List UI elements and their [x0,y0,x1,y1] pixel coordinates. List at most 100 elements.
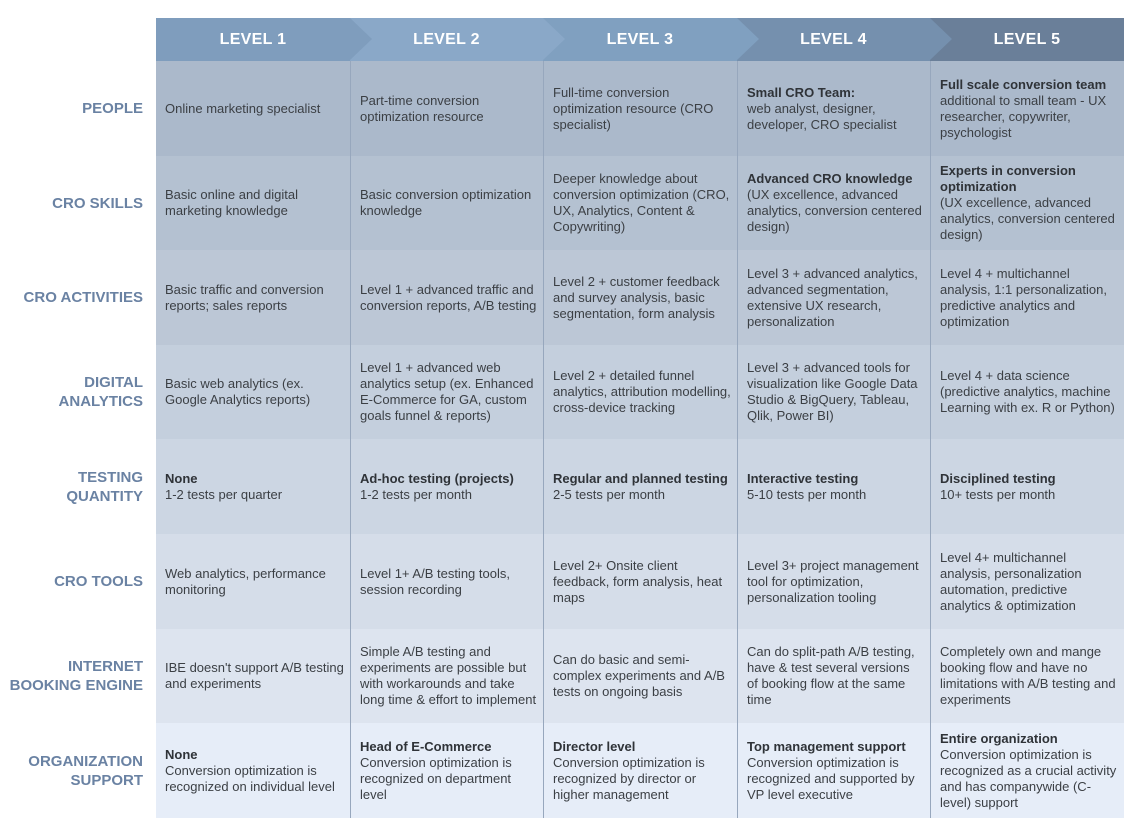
table-cell: Full scale conversion team additional to … [930,61,1124,156]
cell-text: Completely own and mange booking flow an… [940,644,1116,708]
cell-heading: Disciplined testing [940,470,1056,486]
row-label-line: DIGITAL [84,374,143,392]
table-cell: Level 2+ Onsite client feedback, form an… [543,534,737,629]
table-cell: Level 4+ multichannel analysis, personal… [930,534,1124,629]
table-cell: Top management support Conversion optimiz… [737,723,930,819]
cell-text: Level 2+ Onsite client feedback, form an… [553,557,723,605]
row-label-line: QUANTITY [66,487,143,505]
table-cell: Online marketing specialist [156,61,350,156]
cell-text: Simple A/B testing and experiments are p… [360,644,537,708]
row-label: DIGITAL ANALYTICS [0,345,143,440]
cell-heading: Full scale conversion team [940,76,1107,92]
level-header-4: LEVEL 4 [737,18,930,61]
table-cell: Basic traffic and conversion reports; sa… [156,250,350,345]
table-cell: Part-time conversion optimization resour… [350,61,543,156]
table-cell: Level 1 + advanced traffic and conversio… [350,250,543,346]
cell-text: Web analytics, performance monitoring [165,565,326,597]
row-label-line: INTERNET [68,658,143,676]
row-label: CRO SKILLS [0,156,143,251]
cell-text: 1-2 tests per quarter [165,486,283,502]
table-cell: Completely own and mange booking flow an… [930,628,1124,724]
cell-text: Level 2 + customer feedback and survey a… [553,273,720,321]
table-cell: Simple A/B testing and experiments are p… [350,628,543,724]
level-header-label: LEVEL 4 [800,30,867,48]
cell-text: (UX excellence, advanced analytics, conv… [747,187,922,235]
cell-text: Can do basic and semi-complex experiment… [553,652,725,700]
level-header-5: LEVEL 5 [930,18,1124,61]
table-cell: Basic web analytics (ex. Google Analytic… [156,345,350,440]
table-cell: Advanced CRO knowledge (UX excellence, ad… [737,155,930,251]
cell-text: 1-2 tests per month [360,486,472,502]
level-header-label: LEVEL 2 [413,30,480,48]
table-cell: Level 4 + multichannel analysis, 1:1 per… [930,250,1124,346]
cell-text: 10+ tests per month [940,486,1056,502]
cell-text: 2-5 tests per month [553,486,665,502]
cell-text: Conversion optimization is recognized on… [360,754,512,802]
level-header-3: LEVEL 3 [543,18,737,61]
cell-heading: Top management support [747,738,906,754]
cell-text: Basic traffic and conversion reports; sa… [165,281,324,313]
table-cell: Level 2 + detailed funnel analytics, att… [543,344,737,440]
table-cell: Experts in conversion optimization (UX ex… [930,155,1124,251]
row-label-line: TESTING [77,468,143,486]
level-header-2: LEVEL 2 [350,18,543,61]
table-row: None 1-2 tests per quarter Ad-hoc testing … [156,439,1124,535]
cell-heading: None [165,470,198,486]
row-label: INTERNET BOOKING ENGINE [0,629,143,724]
table-cell: None 1-2 tests per quarter [156,439,350,534]
cell-heading: Small CRO Team: [747,84,856,100]
table-cell: Director level Conversion optimization is… [543,723,737,819]
level-header-1: LEVEL 1 [156,18,350,61]
cell-text: Level 4 + data science (predictive analy… [940,368,1115,416]
level-header-label: LEVEL 3 [606,30,674,48]
table-row: Web analytics, performance monitoring Lev… [156,534,1124,629]
chevron-arrow-icon [543,18,565,60]
table-cell: Small CRO Team: web analyst, designer, de… [737,61,930,156]
cell-text: web analyst, designer, developer, CRO sp… [747,100,897,132]
row-label-line: CRO ACTIVITIES [23,289,143,307]
row-label-line: CRO TOOLS [54,573,143,590]
row-label: CRO ACTIVITIES [0,250,143,345]
cell-text: Level 3 + advanced analytics, advanced s… [747,265,918,329]
cell-heading: Regular and planned testing [553,470,728,486]
table-cell: Level 3+ project management tool for opt… [737,534,930,629]
table-cell: None Conversion optimization is recognize… [156,723,350,818]
table-cell: Head of E-Commerce Conversion optimizatio… [350,723,543,819]
row-label-line: SUPPORT [70,771,143,789]
row-label-line: PEOPLE [82,100,143,117]
table-cell: Level 3 + advanced tools for visualizati… [737,344,930,440]
cell-heading: None [165,746,198,762]
table-row: Basic online and digital marketing knowl… [156,155,1124,251]
cell-text: Conversion optimization is recognized as… [940,746,1117,810]
cell-text: Basic web analytics (ex. Google Analytic… [165,376,311,408]
cell-text: Level 1 + advanced traffic and conversio… [360,281,537,313]
cell-text: Conversion optimization is recognized on… [165,762,335,794]
chevron-arrow-icon [737,18,759,60]
cell-heading: Experts in conversion optimization [940,163,1076,195]
table-row: Basic traffic and conversion reports; sa… [156,250,1124,346]
table-cell: IBE doesn't support A/B testing and expe… [156,629,350,724]
level-header-bar: LEVEL 1 LEVEL 2 LEVEL 3 LEVEL 4 LEVEL 5 [156,18,1124,61]
table-cell: Level 3 + advanced analytics, advanced s… [737,250,930,346]
cell-text: Level 4+ multichannel analysis, personal… [940,549,1082,613]
table-cell: Deeper knowledge about conversion optimi… [543,155,737,251]
table-cell: Basic online and digital marketing knowl… [156,156,350,251]
row-label-line: ANALYTICS [58,393,143,411]
table-cell: Level 1 + advanced web analytics setup (… [350,344,543,440]
table-row: Online marketing specialist Part-time con… [156,61,1124,156]
cell-heading: Interactive testing [747,470,859,486]
table-cell: Interactive testing 5-10 tests per month [737,439,930,535]
cell-text: Level 3 + advanced tools for visualizati… [747,360,918,424]
cell-text: Level 1+ A/B testing tools, session reco… [360,565,510,597]
cell-text: Level 4 + multichannel analysis, 1:1 per… [940,265,1107,329]
cell-text: Basic conversion optimization knowledge [360,187,532,219]
table-cell: Entire organization Conversion optimizati… [930,723,1124,819]
cell-text: Deeper knowledge about conversion optimi… [553,171,730,235]
cell-text: Level 3+ project management tool for opt… [747,557,919,605]
table-row: IBE doesn't support A/B testing and expe… [156,628,1124,724]
row-label: PEOPLE [0,61,143,156]
table-row: Basic web analytics (ex. Google Analytic… [156,344,1124,440]
table-cell: Can do split-path A/B testing, have & te… [737,628,930,724]
cell-heading: Director level [553,738,636,754]
chevron-arrow-icon [930,18,952,60]
